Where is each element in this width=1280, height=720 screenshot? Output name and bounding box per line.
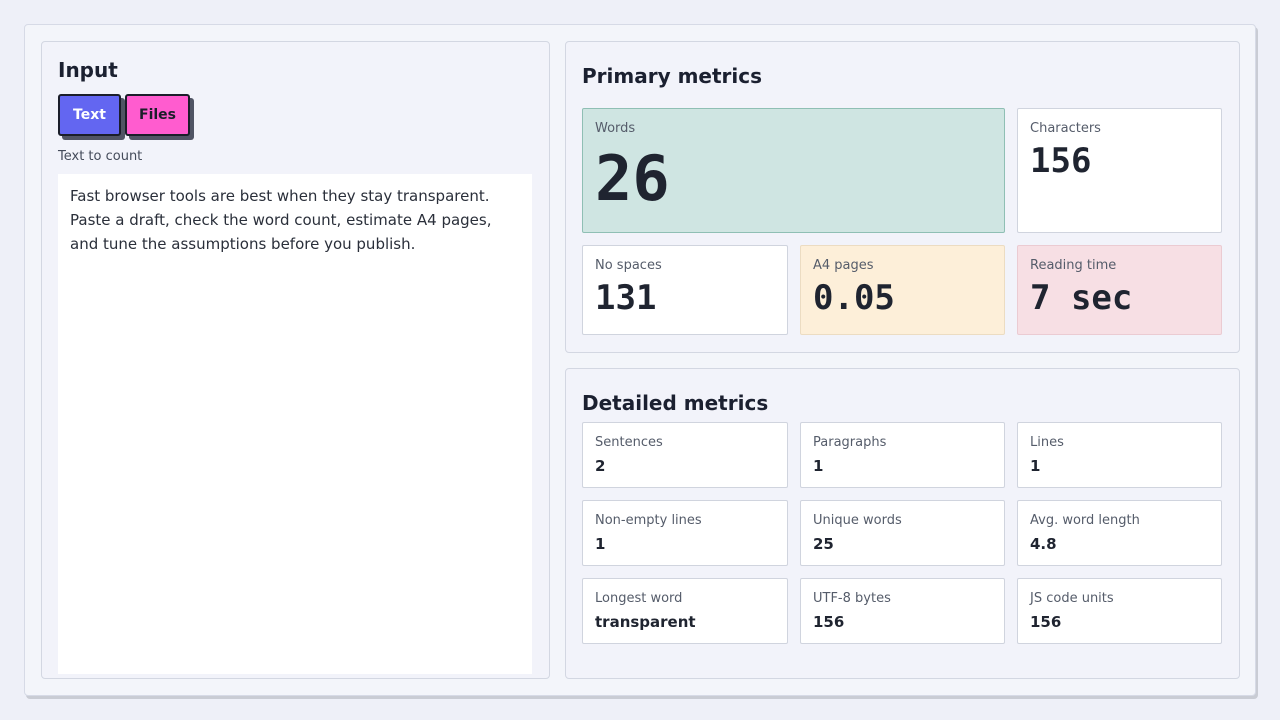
sentences-label: Sentences [595, 435, 663, 450]
paragraphs-value: 1 [813, 457, 824, 475]
a4-pages-label: A4 pages [813, 258, 874, 273]
sentences-card: Sentences 2 [582, 422, 788, 488]
utf8-bytes-label: UTF-8 bytes [813, 591, 891, 606]
app-frame: Input Text Files Text to count Fast brow… [24, 24, 1256, 696]
paragraphs-label: Paragraphs [813, 435, 887, 450]
longest-word-card: Longest word transparent [582, 578, 788, 644]
lines-card: Lines 1 [1017, 422, 1222, 488]
characters-card: Characters 156 [1017, 108, 1222, 233]
avg-word-length-card: Avg. word length 4.8 [1017, 500, 1222, 566]
js-code-units-value: 156 [1030, 613, 1062, 631]
words-value: 26 [595, 142, 670, 215]
reading-time-value: 7 sec [1030, 278, 1133, 318]
a4-pages-card: A4 pages 0.05 [800, 245, 1005, 335]
js-code-units-card: JS code units 156 [1017, 578, 1222, 644]
non-empty-lines-card: Non-empty lines 1 [582, 500, 788, 566]
avg-word-length-label: Avg. word length [1030, 513, 1140, 528]
detailed-metrics-panel: Detailed metrics Sentences 2 Paragraphs … [565, 368, 1240, 679]
input-title: Input [58, 58, 118, 82]
utf8-bytes-value: 156 [813, 613, 845, 631]
text-input[interactable]: Fast browser tools are best when they st… [58, 174, 532, 674]
detailed-metrics-title: Detailed metrics [582, 391, 769, 415]
reading-time-card: Reading time 7 sec [1017, 245, 1222, 335]
unique-words-label: Unique words [813, 513, 902, 528]
unique-words-card: Unique words 25 [800, 500, 1005, 566]
longest-word-value: transparent [595, 613, 696, 631]
no-spaces-label: No spaces [595, 258, 662, 273]
non-empty-lines-value: 1 [595, 535, 606, 553]
sentences-value: 2 [595, 457, 606, 475]
characters-value: 156 [1030, 141, 1092, 181]
non-empty-lines-label: Non-empty lines [595, 513, 702, 528]
longest-word-label: Longest word [595, 591, 683, 606]
tab-text[interactable]: Text [58, 94, 121, 136]
text-field-label: Text to count [58, 149, 143, 164]
lines-value: 1 [1030, 457, 1041, 475]
no-spaces-card: No spaces 131 [582, 245, 788, 335]
tab-files[interactable]: Files [125, 94, 190, 136]
reading-time-label: Reading time [1030, 258, 1117, 273]
js-code-units-label: JS code units [1030, 591, 1114, 606]
lines-label: Lines [1030, 435, 1064, 450]
input-panel: Input Text Files Text to count Fast brow… [41, 41, 550, 679]
words-label: Words [595, 121, 636, 136]
primary-metrics-panel: Primary metrics Words 26 Characters 156 … [565, 41, 1240, 353]
primary-metrics-title: Primary metrics [582, 64, 763, 88]
paragraphs-card: Paragraphs 1 [800, 422, 1005, 488]
characters-label: Characters [1030, 121, 1101, 136]
no-spaces-value: 131 [595, 278, 657, 318]
a4-pages-value: 0.05 [813, 278, 895, 318]
avg-word-length-value: 4.8 [1030, 535, 1057, 553]
unique-words-value: 25 [813, 535, 834, 553]
utf8-bytes-card: UTF-8 bytes 156 [800, 578, 1005, 644]
words-card: Words 26 [582, 108, 1005, 233]
